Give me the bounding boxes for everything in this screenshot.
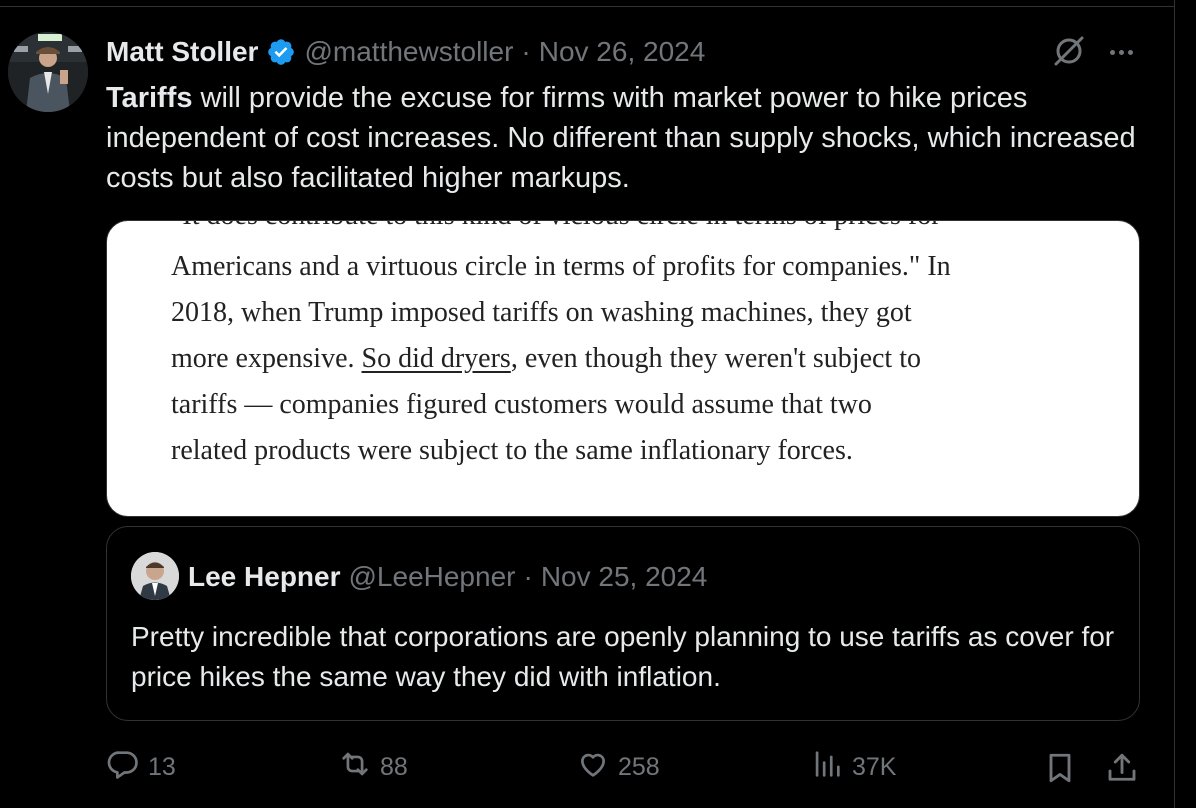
author-handle[interactable]: @matthewstoller	[304, 36, 513, 68]
quoted-text: Pretty incredible that corporations are …	[131, 621, 1115, 692]
bookmark-icon[interactable]	[1042, 750, 1078, 786]
quoted-separator: ·	[523, 561, 533, 592]
views-count: 37K	[852, 752, 897, 781]
reply-count: 13	[148, 752, 176, 781]
tweet-text: Tariffs will provide the excuse for firm…	[106, 78, 1146, 198]
media-text-line-3-start: more expensive.	[171, 343, 362, 374]
heart-icon	[576, 747, 618, 788]
reply-icon	[106, 747, 148, 788]
media-image[interactable]: "It does contribute to this kind of vici…	[106, 220, 1140, 517]
repost-icon	[338, 747, 380, 788]
reply-button[interactable]: 13	[106, 744, 176, 790]
quoted-author-name: Lee Hepner	[188, 561, 341, 592]
tweet-hashtag-word: Tariffs	[106, 82, 193, 114]
media-text-cut-line: "It does contribute to this kind of vici…	[171, 221, 1131, 239]
tweet-header: Matt Stoller @matthewstoller · Nov 26, 2…	[106, 34, 705, 70]
quoted-author-avatar	[131, 552, 179, 600]
quoted-date: Nov 25, 2024	[540, 561, 708, 592]
repost-count: 88	[380, 752, 408, 781]
author-avatar[interactable]	[8, 32, 88, 112]
author-name[interactable]: Matt Stoller	[106, 36, 258, 68]
quoted-tweet[interactable]: Lee Hepner @LeeHepner · Nov 25, 2024 Pre…	[106, 526, 1140, 721]
top-divider	[0, 6, 1174, 7]
views-chart-icon	[810, 747, 852, 788]
media-text-line-1: Americans and a virtuous circle in terms…	[171, 251, 951, 282]
like-button[interactable]: 258	[576, 744, 660, 790]
share-icon[interactable]	[1104, 750, 1140, 786]
quoted-author-handle: @LeeHepner	[348, 561, 516, 592]
views-button[interactable]: 37K	[810, 744, 896, 790]
verified-badge-icon[interactable]	[266, 37, 296, 67]
grok-icon[interactable]	[1052, 34, 1086, 68]
more-icon[interactable]	[1103, 40, 1139, 64]
right-divider	[1174, 0, 1175, 808]
media-text-line-5: related products were subject to the sam…	[171, 435, 853, 466]
tweet-text-rest: will provide the excuse for firms with m…	[106, 82, 1136, 194]
tweet-date[interactable]: Nov 26, 2024	[539, 36, 706, 68]
media-text-line-2: 2018, when Trump imposed tariffs on wash…	[171, 297, 912, 328]
media-text-line-3: more expensive. So did dryers, even thou…	[171, 343, 1131, 375]
repost-button[interactable]: 88	[338, 744, 408, 790]
quoted-header: Lee Hepner @LeeHepner · Nov 25, 2024	[188, 559, 707, 595]
action-bar: 13 88 258 37K	[0, 744, 1196, 790]
media-text-line-3-end: , even though they weren't subject to	[510, 343, 921, 374]
like-count: 258	[618, 752, 660, 781]
media-text-line-4: tariffs — companies figured customers wo…	[171, 389, 872, 420]
header-separator: ·	[521, 36, 531, 67]
media-link-dryers: So did dryers	[361, 343, 511, 374]
